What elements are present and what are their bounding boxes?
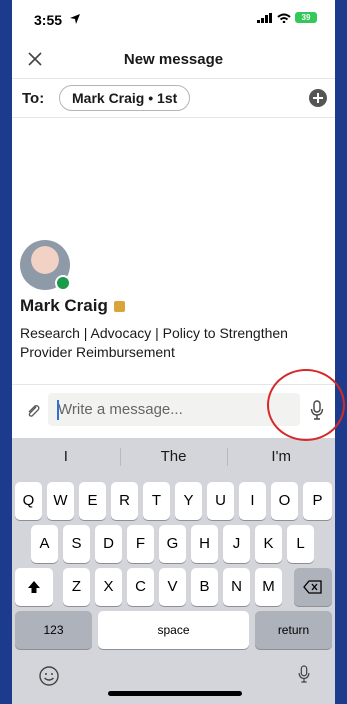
key-e[interactable]: E (79, 482, 106, 520)
shift-icon (28, 581, 40, 594)
suggestion-item[interactable]: The (119, 438, 228, 476)
key-m[interactable]: M (255, 568, 282, 606)
key-i[interactable]: I (239, 482, 266, 520)
recipient-profile: Mark Craig Research | Advocacy | Policy … (20, 240, 330, 362)
recipient-row: To: Mark Craig • 1st (12, 79, 335, 118)
shift-key[interactable] (15, 568, 53, 606)
space-key[interactable]: space (98, 611, 249, 649)
key-j[interactable]: J (223, 525, 250, 563)
status-bar: 3:55 39 (12, 0, 335, 36)
annotation-circle (267, 369, 345, 441)
emoji-icon[interactable] (38, 665, 60, 687)
suggestion-bar: I The I'm (12, 438, 335, 476)
text-caret (57, 400, 59, 420)
key-y[interactable]: Y (175, 482, 202, 520)
plus-circle-icon[interactable] (309, 89, 327, 107)
suggestion-item[interactable]: I (12, 438, 120, 476)
message-input[interactable] (48, 393, 300, 426)
page-title: New message (123, 51, 224, 68)
backspace-icon (303, 580, 322, 594)
avatar (20, 240, 71, 291)
key-s[interactable]: S (63, 525, 90, 563)
key-l[interactable]: L (287, 525, 314, 563)
suggestion-item[interactable]: I'm (227, 438, 335, 476)
numbers-key[interactable]: 123 (15, 611, 92, 649)
key-q[interactable]: Q (15, 482, 42, 520)
key-c[interactable]: C (127, 568, 154, 606)
home-indicator (108, 691, 242, 696)
key-k[interactable]: K (255, 525, 282, 563)
dictation-microphone-icon[interactable] (296, 662, 312, 686)
key-w[interactable]: W (47, 482, 74, 520)
key-d[interactable]: D (95, 525, 122, 563)
key-h[interactable]: H (191, 525, 218, 563)
header: New message (12, 40, 335, 79)
battery-indicator: 39 (295, 12, 317, 23)
delete-key[interactable] (294, 568, 332, 606)
location-icon (70, 14, 80, 24)
key-r[interactable]: R (111, 482, 138, 520)
to-label: To: (22, 90, 45, 107)
key-g[interactable]: G (159, 525, 186, 563)
profile-name: Mark Craig (20, 296, 108, 315)
premium-badge-icon (113, 300, 125, 312)
key-z[interactable]: Z (63, 568, 90, 606)
key-a[interactable]: A (31, 525, 58, 563)
key-p[interactable]: P (303, 482, 332, 520)
app-frame: 3:55 39 New message To: Mark Craig • 1st (12, 0, 335, 704)
keyboard: I The I'm Q W E R T Y U I O P A S D F G … (12, 438, 335, 704)
status-icons: 39 (257, 12, 317, 23)
key-t[interactable]: T (143, 482, 170, 520)
key-u[interactable]: U (207, 482, 234, 520)
paperclip-icon[interactable] (25, 403, 41, 419)
return-key[interactable]: return (255, 611, 332, 649)
signal-icon (257, 12, 272, 23)
online-status-icon (55, 275, 71, 291)
key-x[interactable]: X (95, 568, 122, 606)
key-f[interactable]: F (127, 525, 154, 563)
key-b[interactable]: B (191, 568, 218, 606)
status-time: 3:55 (34, 12, 63, 28)
key-o[interactable]: O (271, 482, 298, 520)
key-n[interactable]: N (223, 568, 250, 606)
key-v[interactable]: V (159, 568, 186, 606)
recipient-chip[interactable]: Mark Craig • 1st (59, 85, 191, 111)
profile-headline: Research | Advocacy | Policy to Strength… (20, 325, 288, 360)
wifi-icon (277, 13, 291, 23)
